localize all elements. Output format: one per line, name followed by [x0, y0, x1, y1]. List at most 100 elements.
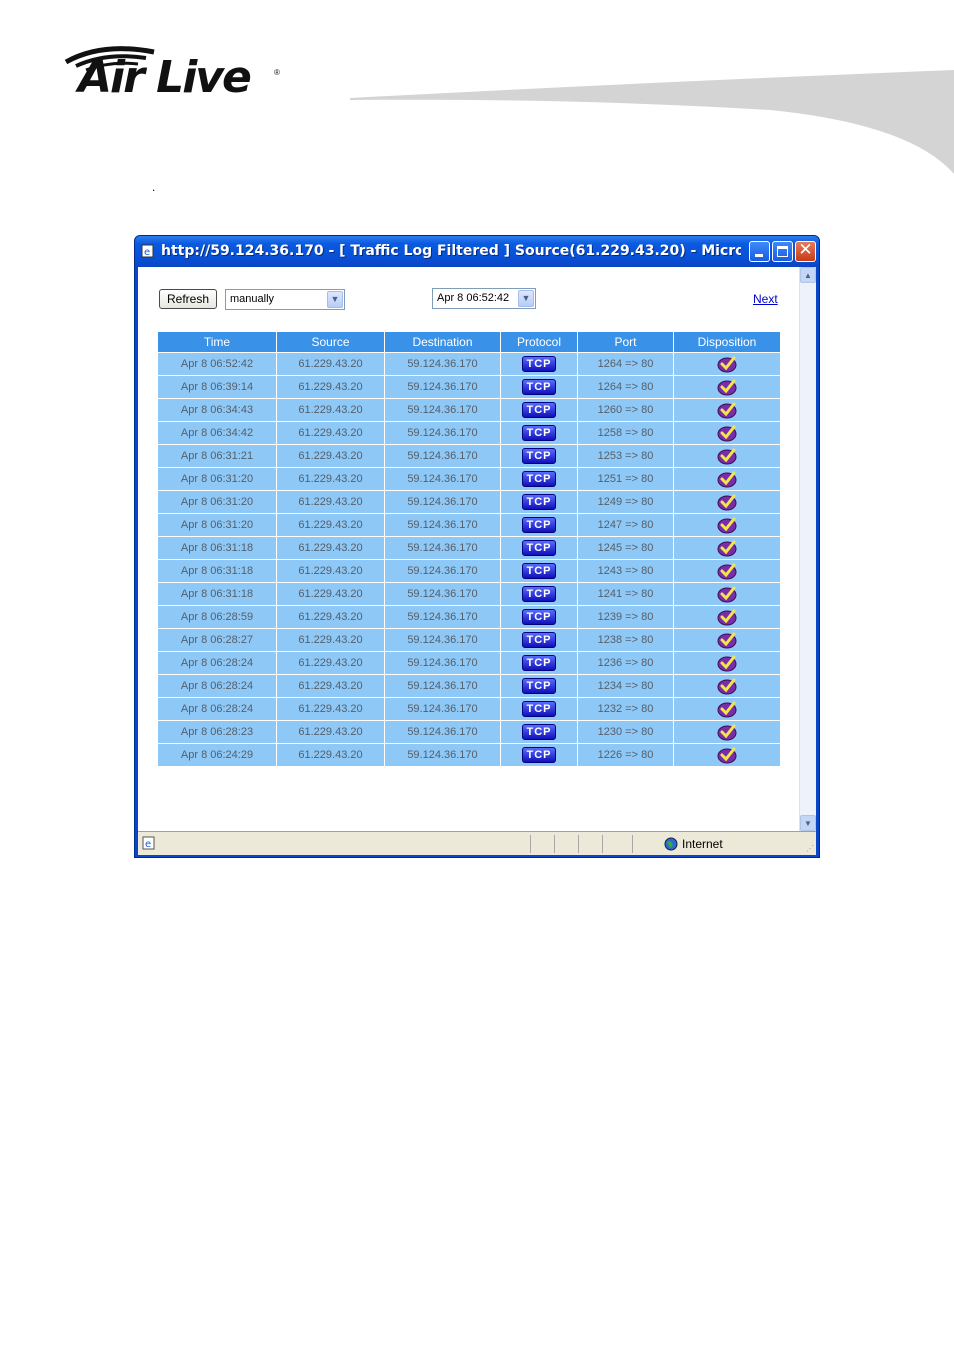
column-header-source[interactable]: Source: [276, 331, 385, 353]
cell-disposition: [673, 375, 781, 399]
table-row: Apr 8 06:24:29 61.229.43.20 59.124.36.170 T…: [157, 743, 781, 767]
resize-grip-icon[interactable]: ⋰: [806, 844, 814, 853]
cell-port: 1249 => 80: [577, 490, 674, 514]
cell-destination: 59.124.36.170: [384, 421, 501, 445]
cell-disposition: [673, 651, 781, 675]
cell-source: 61.229.43.20: [276, 651, 385, 675]
minimize-button[interactable]: [749, 241, 770, 262]
table-row: Apr 8 06:31:18 61.229.43.20 59.124.36.170 T…: [157, 559, 781, 583]
cell-port: 1226 => 80: [577, 743, 674, 767]
check-icon: [717, 402, 737, 419]
tcp-badge-icon: TCP: [522, 517, 556, 533]
window-title: http://59.124.36.170 - [ Traffic Log Fil…: [161, 243, 741, 259]
cell-protocol: TCP: [500, 398, 578, 422]
tcp-badge-icon: TCP: [522, 701, 556, 717]
cell-time: Apr 8 06:28:24: [157, 651, 277, 675]
ie-page-icon: e: [141, 244, 154, 258]
tcp-badge-icon: TCP: [522, 632, 556, 648]
table-row: Apr 8 06:28:23 61.229.43.20 59.124.36.170 T…: [157, 720, 781, 744]
airlive-logo: Air Live ®: [62, 42, 292, 108]
cell-time: Apr 8 06:39:14: [157, 375, 277, 399]
cell-protocol: TCP: [500, 536, 578, 560]
chevron-down-icon[interactable]: ▼: [518, 290, 534, 307]
close-icon: ✕: [798, 240, 813, 260]
refresh-button[interactable]: Refresh: [159, 289, 217, 309]
tcp-badge-icon: TCP: [522, 609, 556, 625]
table-row: Apr 8 06:28:24 61.229.43.20 59.124.36.170 T…: [157, 651, 781, 675]
column-header-port[interactable]: Port: [577, 331, 674, 353]
table-body: Apr 8 06:52:42 61.229.43.20 59.124.36.170 T…: [157, 352, 781, 767]
tcp-badge-icon: TCP: [522, 655, 556, 671]
cell-disposition: [673, 720, 781, 744]
check-icon: [717, 356, 737, 373]
table-row: Apr 8 06:34:43 61.229.43.20 59.124.36.170 T…: [157, 398, 781, 422]
cell-time: Apr 8 06:31:20: [157, 513, 277, 537]
cell-source: 61.229.43.20: [276, 536, 385, 560]
table-row: Apr 8 06:28:59 61.229.43.20 59.124.36.170 T…: [157, 605, 781, 629]
cell-time: Apr 8 06:31:21: [157, 444, 277, 468]
cell-protocol: TCP: [500, 421, 578, 445]
scroll-up-icon[interactable]: ▲: [800, 267, 816, 283]
cell-protocol: TCP: [500, 720, 578, 744]
tcp-badge-icon: TCP: [522, 678, 556, 694]
vertical-scrollbar[interactable]: ▲ ▼: [799, 267, 816, 831]
cell-disposition: [673, 697, 781, 721]
cell-source: 61.229.43.20: [276, 697, 385, 721]
cell-port: 1234 => 80: [577, 674, 674, 698]
table-row: Apr 8 06:34:42 61.229.43.20 59.124.36.170 T…: [157, 421, 781, 445]
cell-port: 1230 => 80: [577, 720, 674, 744]
cell-source: 61.229.43.20: [276, 674, 385, 698]
time-select-value: Apr 8 06:52:42: [437, 292, 510, 304]
cell-source: 61.229.43.20: [276, 628, 385, 652]
cell-disposition: [673, 513, 781, 537]
refresh-mode-value: manually: [230, 293, 275, 305]
cell-disposition: [673, 605, 781, 629]
tcp-badge-icon: TCP: [522, 471, 556, 487]
cell-destination: 59.124.36.170: [384, 467, 501, 491]
cell-destination: 59.124.36.170: [384, 352, 501, 376]
check-icon: [717, 747, 737, 764]
table-row: Apr 8 06:39:14 61.229.43.20 59.124.36.170 T…: [157, 375, 781, 399]
check-icon: [717, 379, 737, 396]
maximize-button[interactable]: [772, 241, 793, 262]
table-row: Apr 8 06:28:27 61.229.43.20 59.124.36.170 T…: [157, 628, 781, 652]
next-link[interactable]: Next: [753, 292, 778, 306]
scroll-down-icon[interactable]: ▼: [800, 815, 816, 831]
cell-protocol: TCP: [500, 490, 578, 514]
cell-destination: 59.124.36.170: [384, 444, 501, 468]
cell-protocol: TCP: [500, 513, 578, 537]
cell-time: Apr 8 06:52:42: [157, 352, 277, 376]
title-bar[interactable]: e http://59.124.36.170 - [ Traffic Log F…: [135, 236, 819, 267]
tcp-badge-icon: TCP: [522, 425, 556, 441]
cell-disposition: [673, 444, 781, 468]
column-header-disposition[interactable]: Disposition: [673, 331, 781, 353]
cell-protocol: TCP: [500, 674, 578, 698]
status-divider: [530, 835, 531, 853]
cell-destination: 59.124.36.170: [384, 605, 501, 629]
column-header-destination[interactable]: Destination: [384, 331, 501, 353]
close-button[interactable]: ✕: [795, 240, 816, 262]
check-icon: [717, 586, 737, 603]
column-header-time[interactable]: Time: [157, 331, 277, 353]
cell-source: 61.229.43.20: [276, 352, 385, 376]
cell-source: 61.229.43.20: [276, 605, 385, 629]
cell-disposition: [673, 398, 781, 422]
tcp-badge-icon: TCP: [522, 540, 556, 556]
chevron-down-icon[interactable]: ▼: [327, 291, 343, 308]
cell-destination: 59.124.36.170: [384, 697, 501, 721]
time-select[interactable]: Apr 8 06:52:42 ▼: [432, 288, 536, 309]
cell-protocol: TCP: [500, 628, 578, 652]
cell-protocol: TCP: [500, 697, 578, 721]
cell-disposition: [673, 559, 781, 583]
check-icon: [717, 609, 737, 626]
cell-destination: 59.124.36.170: [384, 490, 501, 514]
cell-source: 61.229.43.20: [276, 582, 385, 606]
cell-source: 61.229.43.20: [276, 444, 385, 468]
refresh-mode-select[interactable]: manually ▼: [225, 289, 345, 310]
cell-port: 1264 => 80: [577, 352, 674, 376]
column-header-protocol[interactable]: Protocol: [500, 331, 578, 353]
browser-window: e http://59.124.36.170 - [ Traffic Log F…: [134, 235, 820, 858]
check-icon: [717, 701, 737, 718]
globe-icon: [664, 837, 678, 851]
cell-protocol: TCP: [500, 352, 578, 376]
